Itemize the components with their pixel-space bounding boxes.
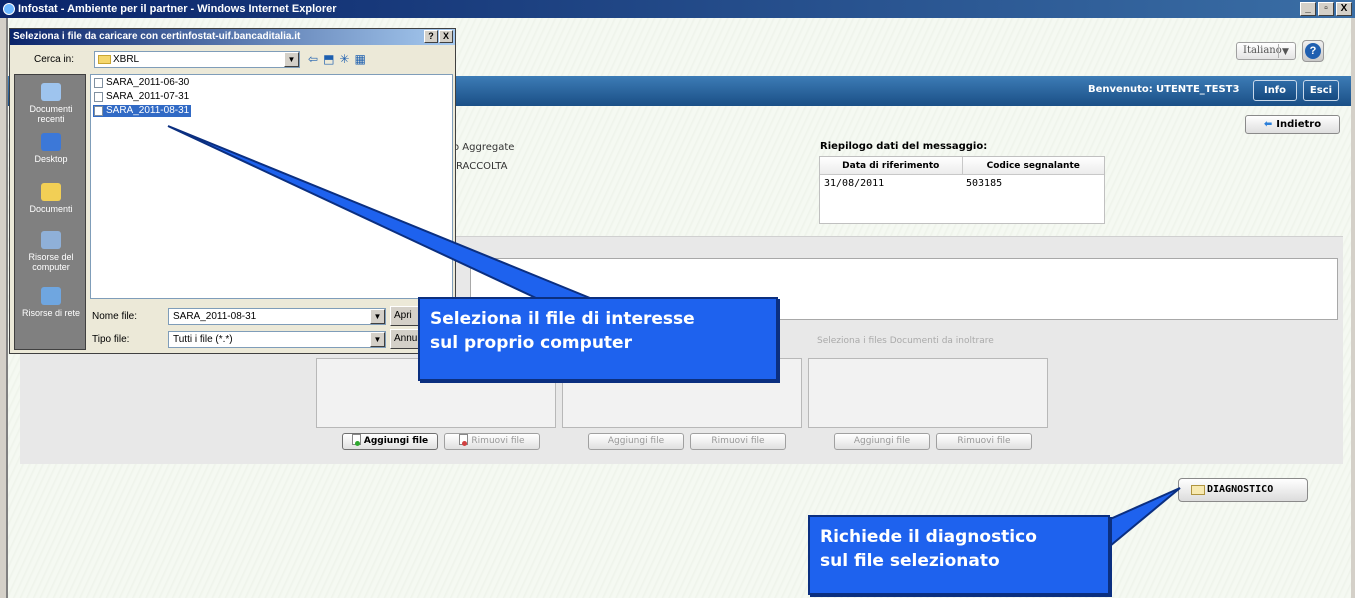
ie-titlebar: Infostat - Ambiente per il partner - Win… xyxy=(0,0,1355,18)
minimize-button[interactable]: _ xyxy=(1300,2,1316,16)
language-select[interactable]: Italiano ▼ xyxy=(1236,42,1296,60)
documents-label: Seleziona i files Documenti da inoltrare xyxy=(817,336,994,346)
add-file-button-1[interactable]: Aggiungi file xyxy=(342,433,438,450)
folder-icon xyxy=(98,55,111,64)
info-button[interactable]: Info xyxy=(1253,80,1297,101)
dialog-help-button[interactable]: ? xyxy=(424,30,438,43)
view-menu-icon[interactable]: ▦ xyxy=(354,52,365,66)
reporter-code-cell: 503185 xyxy=(966,178,1003,189)
file-list: SARA_2011-06-30 SARA_2011-07-31 SARA_201… xyxy=(90,74,453,299)
place-computer[interactable]: Risorse del computer xyxy=(15,231,87,272)
dialog-toolbar: ⇦ ⬒ ✳ ▦ xyxy=(308,52,366,66)
question-icon: ? xyxy=(1305,43,1321,59)
summary-title: Riepilogo dati del messaggio: xyxy=(820,141,988,152)
welcome-label: Benvenuto: xyxy=(1088,84,1153,95)
list-item[interactable]: SARA_2011-07-31 xyxy=(93,91,191,103)
raccolta-label: RACCOLTA xyxy=(456,161,508,172)
place-network[interactable]: Risorse di rete xyxy=(15,287,87,318)
envelope-icon xyxy=(1191,485,1205,495)
file-box-3 xyxy=(808,358,1048,428)
new-folder-icon[interactable]: ✳ xyxy=(339,52,349,66)
username-label: UTENTE_TEST3 xyxy=(1156,84,1240,95)
add-file-icon xyxy=(351,434,361,446)
network-icon xyxy=(41,287,61,305)
back-button[interactable]: ⬅ Indietro xyxy=(1245,115,1340,134)
remove-file-button-1[interactable]: Rimuovi file xyxy=(444,433,540,450)
reference-date-cell: 31/08/2011 xyxy=(824,178,885,189)
chevron-down-icon[interactable]: ▼ xyxy=(284,52,299,67)
file-icon xyxy=(94,92,103,102)
dialog-controls: ? X xyxy=(424,30,453,43)
dialog-title: Seleziona i file da caricare con certinf… xyxy=(13,31,301,42)
remove-file-icon xyxy=(459,434,469,446)
computer-icon xyxy=(41,231,61,249)
filename-input[interactable]: SARA_2011-08-31 ▼ xyxy=(168,308,386,325)
summary-header-row: Data di riferimento Codice segnalante xyxy=(820,157,1104,175)
file-open-dialog: Seleziona i file da caricare con certinf… xyxy=(9,28,456,354)
chevron-down-icon[interactable]: ▼ xyxy=(370,332,385,347)
place-documents[interactable]: Documenti xyxy=(15,183,87,214)
documents-folder-icon xyxy=(41,183,61,201)
filename-label: Nome file: xyxy=(92,311,138,322)
remove-file-button-2[interactable]: Rimuovi file xyxy=(690,433,786,450)
recent-documents-icon xyxy=(41,83,61,101)
table-row: 31/08/2011 503185 xyxy=(820,175,1104,193)
back-label: Indietro xyxy=(1276,119,1322,130)
diagnostic-label: DIAGNOSTICO xyxy=(1207,484,1274,495)
add-file-button-3[interactable]: Aggiungi file xyxy=(834,433,930,450)
aggregate-label: o Aggregate xyxy=(453,142,515,153)
filetype-select[interactable]: Tutti i file (*.*) ▼ xyxy=(168,331,386,348)
list-item[interactable]: SARA_2011-06-30 xyxy=(93,77,191,89)
chevron-down-icon: ▼ xyxy=(1278,44,1292,58)
callout-diagnostic: Richiede il diagnostico sul file selezio… xyxy=(808,515,1110,595)
back-arrow-icon: ⬅ xyxy=(1263,119,1273,130)
maximize-button[interactable]: ▫ xyxy=(1318,2,1334,16)
places-bar: Documenti recenti Desktop Documenti Riso… xyxy=(14,74,86,350)
ie-window-title: Infostat - Ambiente per il partner - Win… xyxy=(18,3,337,15)
add-file-button-2[interactable]: Aggiungi file xyxy=(588,433,684,450)
callout-select-file: Seleziona il file di interesse sul propr… xyxy=(418,297,778,381)
remove-file-button-3[interactable]: Rimuovi file xyxy=(936,433,1032,450)
language-value: Italiano xyxy=(1243,45,1282,56)
summary-table: Data di riferimento Codice segnalante 31… xyxy=(819,156,1105,224)
back-arrow-icon[interactable]: ⇦ xyxy=(308,52,318,66)
diagnostic-button[interactable]: DIAGNOSTICO xyxy=(1178,478,1308,502)
up-folder-icon[interactable]: ⬒ xyxy=(323,52,334,66)
filetype-label: Tipo file: xyxy=(92,334,130,345)
desktop-icon xyxy=(41,133,61,151)
dialog-titlebar: Seleziona i file da caricare con certinf… xyxy=(10,29,455,45)
look-in-label: Cerca in: xyxy=(34,54,75,65)
file-icon xyxy=(94,106,103,116)
internet-explorer-icon xyxy=(3,3,15,15)
list-item-selected[interactable]: SARA_2011-08-31 xyxy=(93,105,192,117)
dialog-close-button[interactable]: X xyxy=(439,30,453,43)
place-desktop[interactable]: Desktop xyxy=(15,133,87,164)
column-header-reference-date: Data di riferimento xyxy=(820,157,963,174)
look-in-select[interactable]: XBRL ▼ xyxy=(94,51,300,68)
ie-window-controls: _ ▫ X xyxy=(1300,2,1352,16)
chevron-down-icon[interactable]: ▼ xyxy=(370,309,385,324)
close-button[interactable]: X xyxy=(1336,2,1352,16)
help-button[interactable]: ? xyxy=(1302,40,1324,62)
look-in-value: XBRL xyxy=(113,54,140,65)
column-header-reporter-code: Codice segnalante xyxy=(986,161,1080,171)
exit-button[interactable]: Esci xyxy=(1303,80,1339,101)
file-icon xyxy=(94,78,103,88)
place-recent-documents[interactable]: Documenti recenti xyxy=(15,83,87,124)
